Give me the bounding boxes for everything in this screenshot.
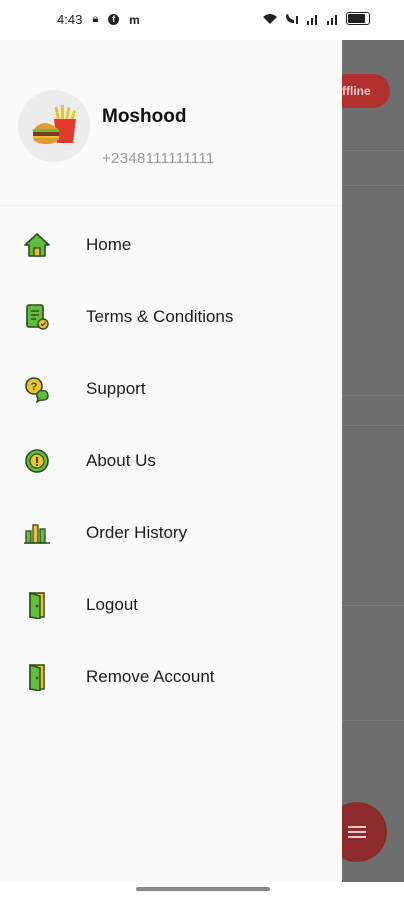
navigation-drawer: Moshood +2348111111111 Home Terms & Cond… bbox=[0, 40, 342, 882]
profile-name: Moshood bbox=[102, 106, 187, 127]
bar-chart-icon bbox=[22, 518, 52, 548]
wifi-icon bbox=[263, 13, 277, 24]
status-bar: 4:43 🔒︎ f m bbox=[0, 0, 404, 40]
signal-icon bbox=[327, 14, 337, 25]
background-divider bbox=[342, 720, 404, 721]
profile-header[interactable]: Moshood +2348111111111 bbox=[0, 40, 342, 206]
background-divider bbox=[342, 185, 404, 186]
signal-icon bbox=[307, 14, 317, 25]
facebook-icon: f bbox=[108, 14, 120, 25]
background-divider bbox=[342, 425, 404, 426]
status-right bbox=[262, 12, 370, 25]
menu-item-remove-account[interactable]: Remove Account bbox=[0, 649, 342, 705]
menu-label: Order History bbox=[86, 523, 188, 542]
menu-item-order-history[interactable]: Order History bbox=[0, 505, 342, 561]
menu-item-logout[interactable]: Logout bbox=[0, 577, 342, 633]
menu-label: Home bbox=[86, 235, 132, 254]
avatar bbox=[18, 90, 90, 162]
menu-item-support[interactable]: ? Support bbox=[0, 361, 342, 417]
menu-item-terms[interactable]: Terms & Conditions bbox=[0, 289, 342, 345]
battery-icon bbox=[346, 12, 370, 25]
status-time: 4:43 bbox=[57, 12, 83, 27]
scrim-overlay[interactable] bbox=[342, 40, 404, 882]
status-left: 4:43 🔒︎ f m bbox=[57, 12, 140, 27]
menu-label: Logout bbox=[86, 595, 138, 614]
chat-help-icon: ? bbox=[22, 374, 52, 404]
document-icon bbox=[22, 302, 52, 332]
door-icon bbox=[22, 662, 52, 692]
menu-item-home[interactable]: Home bbox=[0, 217, 342, 273]
menu-label: About Us bbox=[86, 451, 156, 470]
gesture-handle[interactable] bbox=[136, 887, 270, 891]
menu-label: Support bbox=[86, 379, 146, 398]
profile-phone: +2348111111111 bbox=[102, 150, 215, 167]
system-nav-bar bbox=[0, 882, 404, 900]
menu-label: Terms & Conditions bbox=[86, 307, 234, 326]
m-icon: m bbox=[129, 12, 140, 27]
menu-item-about[interactable]: About Us bbox=[0, 433, 342, 489]
svg-text:?: ? bbox=[31, 381, 38, 393]
burger-fries-icon bbox=[33, 105, 77, 144]
door-icon bbox=[22, 590, 52, 620]
background-divider bbox=[342, 395, 404, 396]
lock-icon: 🔒︎ bbox=[92, 13, 99, 25]
home-icon bbox=[22, 230, 52, 260]
menu-label: Remove Account bbox=[86, 667, 215, 686]
background-divider bbox=[342, 605, 404, 606]
background-divider bbox=[342, 150, 404, 151]
phone-signal-icon bbox=[286, 13, 298, 24]
info-icon bbox=[22, 446, 52, 476]
hamburger-icon bbox=[348, 831, 366, 833]
